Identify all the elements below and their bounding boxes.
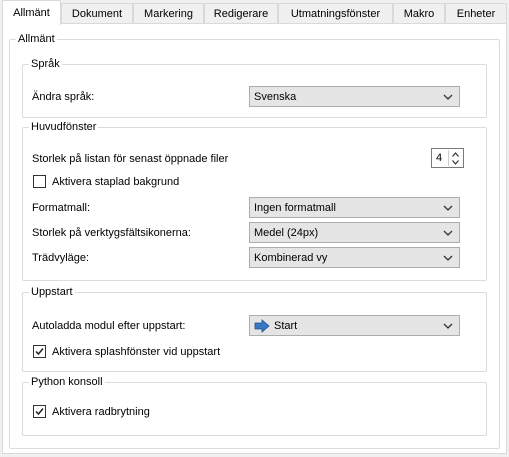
autoload-module-value: Start	[274, 319, 298, 332]
tab-units[interactable]: Enheter	[445, 3, 507, 24]
chevron-down-icon	[443, 205, 453, 211]
language-select[interactable]: Svenska	[249, 86, 460, 107]
stacked-background-checkbox[interactable]	[33, 175, 46, 188]
line-wrap-label: Aktivera radbrytning	[52, 406, 150, 418]
autoload-module-select[interactable]: Start	[249, 315, 460, 336]
tree-view-mode-value: Kombinerad vy	[254, 251, 328, 264]
style-sheet-label: Formatmall:	[32, 202, 91, 214]
general-group-title: Allmänt	[16, 32, 57, 46]
autoload-module-label: Autoladda modul efter uppstart:	[32, 320, 186, 332]
change-language-label: Ändra språk:	[32, 91, 95, 103]
tab-bar: Allmänt Dokument Markering Redigerare Ut…	[0, 0, 509, 25]
tab-output-window[interactable]: Utmatningsfönster	[278, 3, 393, 24]
chevron-down-icon	[443, 323, 453, 329]
spin-buttons	[448, 150, 462, 166]
toolbar-icon-size-label: Storlek på verktygsfältsikonerna:	[32, 227, 191, 239]
toolbar-icon-size-value: Medel (24px)	[254, 226, 319, 239]
python-console-group-title: Python konsoll	[29, 375, 105, 389]
line-wrap-checkbox[interactable]	[33, 405, 46, 418]
spin-up-button[interactable]	[449, 150, 462, 158]
language-group-title: Språk	[29, 57, 62, 71]
style-sheet-select[interactable]: Ingen formatmall	[249, 197, 460, 218]
checkmark-icon	[35, 408, 44, 416]
spin-down-button[interactable]	[449, 158, 462, 166]
chevron-down-icon	[452, 159, 459, 165]
chevron-up-icon	[452, 151, 459, 157]
language-group: Språk Ändra språk: Svenska	[22, 57, 487, 118]
tab-general[interactable]: Allmänt	[2, 0, 61, 25]
tab-editor[interactable]: Redigerare	[204, 3, 278, 24]
tree-view-mode-select[interactable]: Kombinerad vy	[249, 247, 460, 268]
tree-view-mode-label: Trädvyläge:	[32, 252, 90, 264]
general-group: Allmänt Språk Ändra språk: Svenska Huvud…	[9, 32, 500, 449]
recent-files-spinbox[interactable]: 4	[431, 148, 464, 168]
startup-group-title: Uppstart	[29, 285, 75, 299]
toolbar-icon-size-select[interactable]: Medel (24px)	[249, 222, 460, 243]
python-console-group: Python konsoll Aktivera radbrytning	[22, 375, 487, 436]
main-window-group: Huvudfönster Storlek på listan för senas…	[22, 120, 487, 281]
splash-screen-label: Aktivera splashfönster vid uppstart	[52, 346, 221, 358]
arrow-right-icon	[254, 318, 270, 333]
chevron-down-icon	[443, 255, 453, 261]
checkmark-icon	[35, 348, 44, 356]
chevron-down-icon	[443, 230, 453, 236]
startup-group: Uppstart Autoladda modul efter uppstart:…	[22, 285, 487, 372]
recent-files-label: Storlek på listan för senast öppnade fil…	[32, 153, 229, 165]
tab-document[interactable]: Dokument	[61, 3, 133, 24]
tab-selection[interactable]: Markering	[133, 3, 204, 24]
recent-files-value: 4	[436, 152, 443, 164]
tab-panel: Allmänt Språk Ändra språk: Svenska Huvud…	[2, 23, 507, 454]
language-select-value: Svenska	[254, 90, 297, 103]
tab-macro[interactable]: Makro	[393, 3, 445, 24]
main-window-group-title: Huvudfönster	[29, 120, 99, 134]
style-sheet-value: Ingen formatmall	[254, 201, 336, 214]
chevron-down-icon	[443, 94, 453, 100]
splash-screen-checkbox[interactable]	[33, 345, 46, 358]
stacked-background-label: Aktivera staplad bakgrund	[52, 176, 180, 188]
